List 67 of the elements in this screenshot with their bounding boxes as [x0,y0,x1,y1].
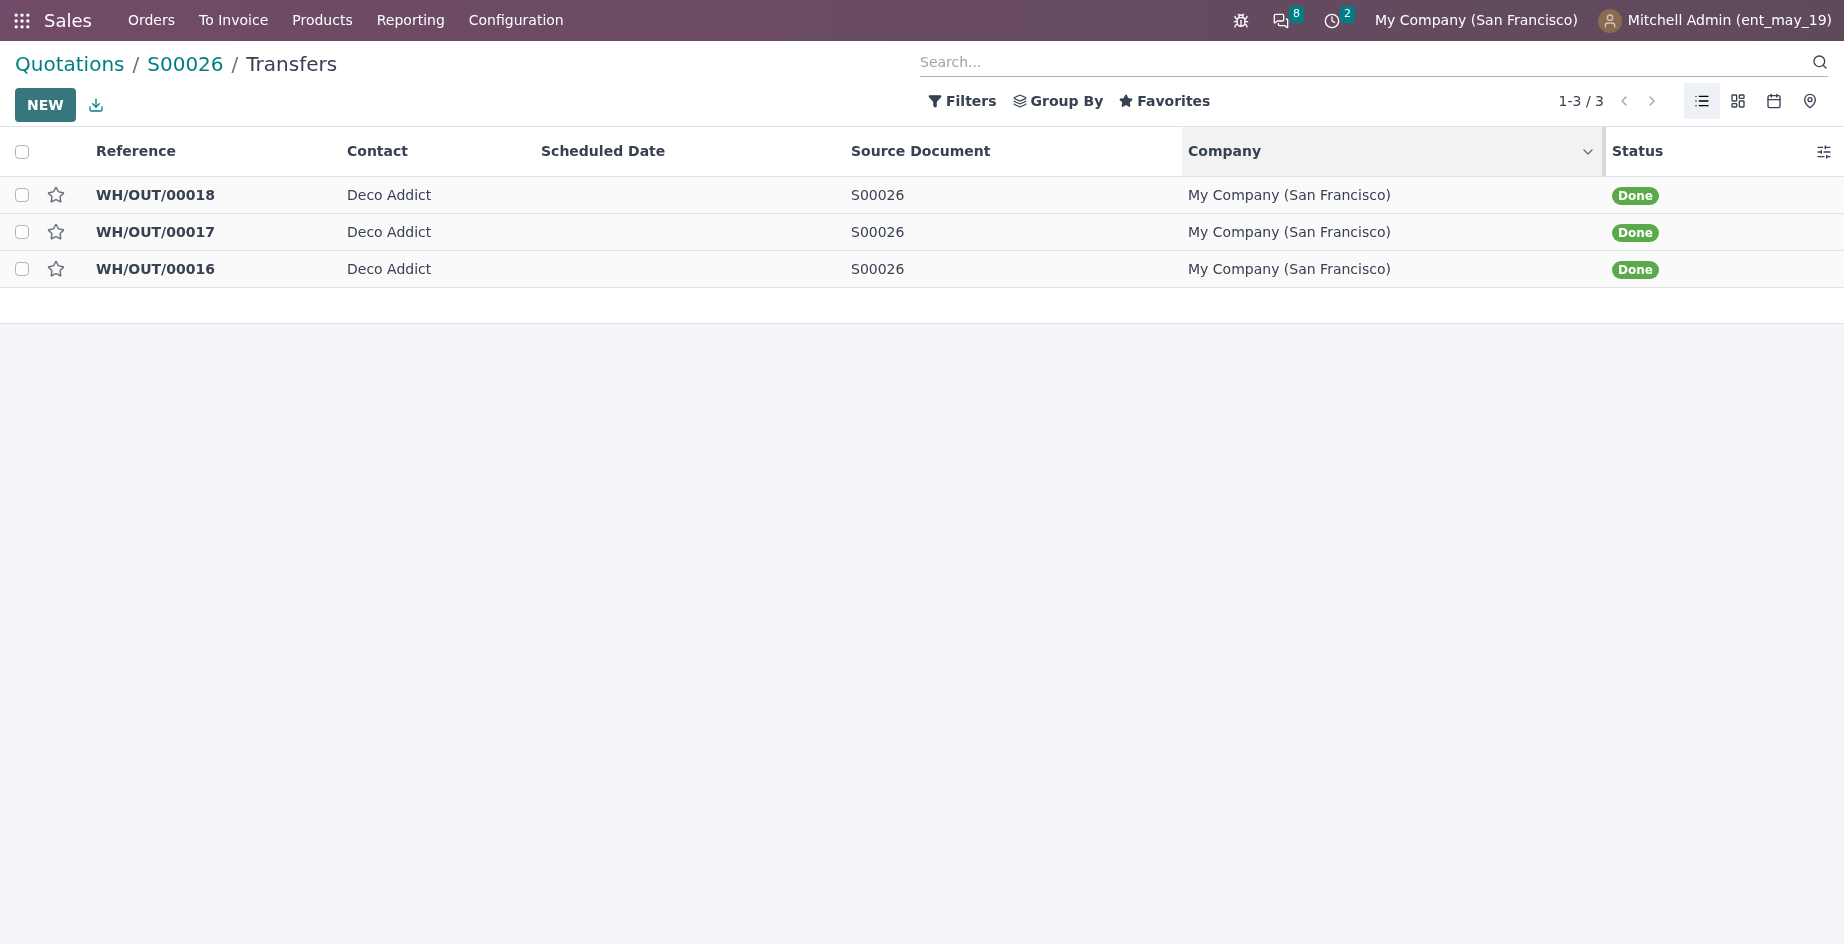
table-row[interactable]: WH/OUT/00018 Deco Addict S00026 My Company (San Francisco) Done [0,177,1844,214]
breadcrumb-current: Transfers [246,51,338,78]
table-cell: WH/OUT/00018 [96,186,215,203]
company-switcher[interactable]: My Company (San Francisco) [1374,10,1578,31]
filter-toggle[interactable]: Favorites [1111,90,1219,112]
row-checkbox[interactable] [15,225,29,239]
breadcrumb-link[interactable]: Quotations [15,49,125,79]
menu-item[interactable]: To Invoice [187,10,281,31]
menu-item[interactable]: Reporting [364,10,457,31]
calendar-icon [1766,93,1782,109]
clock-icon[interactable] [1323,12,1340,29]
table-cell: Deco Addict [347,223,432,240]
download-icon[interactable] [87,97,104,113]
app-name[interactable]: Sales [44,7,92,34]
status-badge: Done [1612,260,1659,279]
table-cell: WH/OUT/00016 [96,260,215,277]
breadcrumb-separator: / [132,51,140,78]
menu-item[interactable]: Orders [115,10,187,31]
activity-count-badge: 2 [1339,6,1355,23]
filter-toggle[interactable]: Group By [1004,90,1112,112]
table-cell: Deco Addict [347,260,432,277]
breadcrumb-separator: / [231,51,239,78]
message-count-badge: 8 [1288,6,1304,23]
column-header[interactable]: Status [1606,127,1844,176]
chat-icon[interactable] [1272,12,1289,29]
table-row[interactable]: WH/OUT/00017 Deco Addict S00026 My Company (San Francisco) Done [0,214,1844,251]
layers-icon [1012,94,1027,108]
star-icon[interactable] [47,223,65,241]
optional-columns-icon[interactable] [1816,143,1832,160]
table-cell: My Company (San Francisco) [1188,223,1391,240]
search-icon[interactable] [1812,53,1828,70]
table-cell: S00026 [851,223,905,240]
view-switch-button[interactable] [1684,83,1720,119]
column-header[interactable]: Contact [341,127,535,176]
kanban-view-icon [1730,93,1746,109]
row-checkbox[interactable] [15,262,29,276]
new-button[interactable]: NEW [15,88,76,122]
star-icon[interactable] [47,260,65,278]
column-header[interactable]: Company [1182,127,1606,176]
avatar [1597,8,1622,33]
column-header[interactable]: Source Document [845,127,1182,176]
map-pin-icon [1802,93,1818,109]
breadcrumb-link[interactable]: S00026 [147,49,224,79]
table-cell: S00026 [851,186,905,203]
table-cell: Deco Addict [347,186,432,203]
table-row[interactable]: WH/OUT/00016 Deco Addict S00026 My Company (San Francisco) Done [0,251,1844,288]
menu-item[interactable]: Configuration [456,10,576,31]
star-icon [1119,94,1134,108]
select-all-checkbox[interactable] [15,144,29,159]
star-icon[interactable] [47,186,65,204]
status-badge: Done [1612,223,1659,242]
filter-icon [928,94,942,108]
column-header[interactable]: Scheduled Date [535,127,845,176]
table-cell: My Company (San Francisco) [1188,260,1391,277]
pager-value[interactable]: 1-3 / 3 [1558,90,1604,112]
status-badge: Done [1612,186,1659,205]
user-menu[interactable]: Mitchell Admin (ent_may_19) [1627,10,1832,31]
column-header[interactable]: Reference [90,127,341,176]
menu-item[interactable]: Products [280,10,365,31]
list-view-icon [1694,93,1710,109]
search-field[interactable]: Search... [920,47,1812,76]
filter-toggle[interactable]: Filters [920,90,1005,112]
table-cell: WH/OUT/00017 [96,223,215,240]
table-cell: My Company (San Francisco) [1188,186,1391,203]
bug-icon[interactable] [1232,12,1249,29]
row-checkbox[interactable] [15,188,29,202]
table-cell: S00026 [851,260,905,277]
